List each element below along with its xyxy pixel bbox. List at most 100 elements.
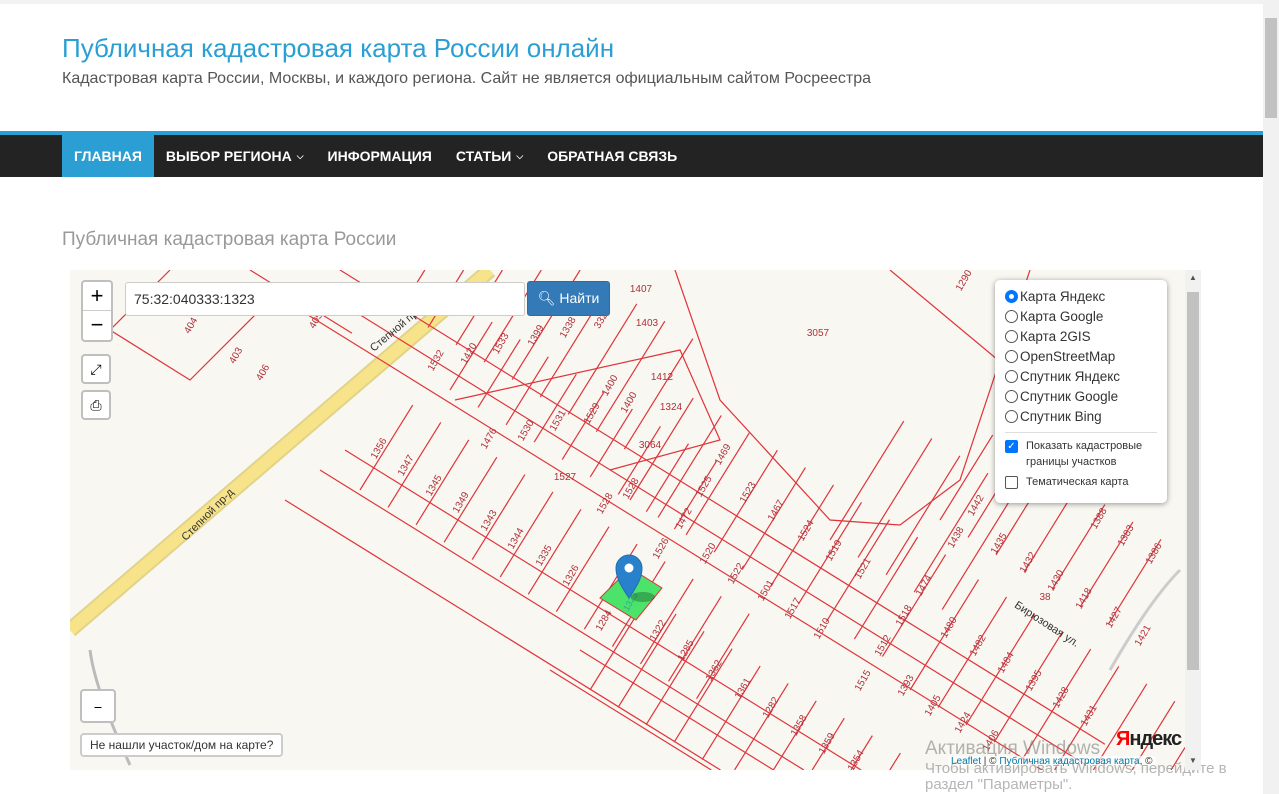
checkbox-icon bbox=[1005, 476, 1018, 489]
nav-label: ОБРАТНАЯ СВЯЗЬ bbox=[547, 148, 678, 164]
map-scroll-thumb[interactable] bbox=[1187, 292, 1199, 670]
nav-feedback[interactable]: ОБРАТНАЯ СВЯЗЬ bbox=[535, 135, 689, 177]
radio-icon bbox=[1005, 369, 1018, 383]
parcel-number: 1530 bbox=[516, 418, 537, 443]
not-found-button[interactable]: Не нашли участок/дом на карте? bbox=[80, 733, 284, 757]
layer-option[interactable]: OpenStreetMap bbox=[1005, 346, 1157, 366]
layer-label: Спутник Google bbox=[1020, 388, 1119, 404]
parcel-number: 1526 bbox=[651, 536, 672, 561]
marker-shadow bbox=[631, 592, 655, 602]
nav-home[interactable]: ГЛАВНАЯ bbox=[62, 135, 154, 177]
layer-option[interactable]: Карта Яндекс bbox=[1005, 286, 1157, 306]
parcel-number: 1400 bbox=[600, 373, 621, 398]
nav-region[interactable]: ВЫБОР РЕГИОНА ⌵ bbox=[154, 135, 316, 177]
parcel-number: 1356 bbox=[369, 436, 390, 461]
chevron-down-icon: ⌵ bbox=[296, 151, 304, 161]
zoom-out-button[interactable]: − bbox=[83, 311, 111, 340]
parcel-boundary bbox=[885, 455, 961, 576]
parcel-boundary bbox=[889, 752, 901, 770]
parcel-number: 1515 bbox=[853, 668, 874, 693]
parcel-number: 1438 bbox=[946, 525, 967, 550]
street-label: Бирюзовая ул. bbox=[1012, 599, 1081, 650]
parcel-number: 1399 bbox=[526, 323, 547, 348]
checkbox-label: Тематическая карта bbox=[1026, 476, 1129, 488]
parcel-number: 1520 bbox=[698, 541, 719, 566]
parcel-number: 1400 bbox=[619, 390, 640, 415]
radio-icon bbox=[1005, 329, 1018, 343]
page-scrollbar[interactable] bbox=[1263, 0, 1279, 794]
site-subtitle: Кадастровая карта России, Москвы, и кажд… bbox=[62, 70, 872, 87]
parcel-number: 1393 bbox=[896, 673, 917, 698]
radio-icon bbox=[1005, 389, 1018, 403]
parcel-boundary bbox=[589, 408, 633, 478]
show-borders-checkbox[interactable]: ✓ Показать кадастровые границы участков bbox=[1005, 438, 1157, 470]
divider bbox=[1005, 432, 1157, 433]
layer-option[interactable]: Карта Google bbox=[1005, 306, 1157, 326]
parcel-number: 1510 bbox=[812, 616, 833, 641]
layer-label: Спутник Bing bbox=[1020, 408, 1102, 424]
parcel-number: 1435 bbox=[989, 531, 1010, 556]
page-heading: Публичная кадастровая карта России bbox=[62, 229, 397, 250]
parcel-number: 1527 bbox=[554, 472, 577, 483]
search-icon: 🔍︎ bbox=[537, 290, 556, 306]
scroll-up-icon: ▲ bbox=[1189, 273, 1197, 282]
main-nav: ГЛАВНАЯ ВЫБОР РЕГИОНА ⌵ ИНФОРМАЦИЯ СТАТЬИ… bbox=[0, 131, 1263, 177]
parcel-number: 1395 bbox=[1024, 668, 1045, 693]
parcel-number: 1354 bbox=[846, 748, 867, 770]
nav-articles[interactable]: СТАТЬИ ⌵ bbox=[444, 135, 535, 177]
parcel-number: 1529 bbox=[582, 401, 603, 426]
layer-option[interactable]: Карта 2GIS bbox=[1005, 326, 1157, 346]
parcel-number: 1532 bbox=[426, 348, 447, 373]
parcel-number: 403 bbox=[227, 345, 245, 365]
cadastral-search-input[interactable]: 75:32:040333:1323 bbox=[125, 282, 525, 316]
search-button-label: Найти bbox=[559, 290, 600, 306]
parcel-number: 1523 bbox=[738, 480, 759, 505]
nav-info[interactable]: ИНФОРМАЦИЯ bbox=[316, 135, 444, 177]
layer-option[interactable]: Спутник Яндекс bbox=[1005, 366, 1157, 386]
parcel-number: 1442 bbox=[966, 493, 987, 518]
layer-label: Карта 2GIS bbox=[1020, 328, 1091, 344]
parcel-number: 1531 bbox=[548, 408, 569, 433]
layers-panel: Карта Яндекс Карта Google Карта 2GIS OpenSt… bbox=[995, 280, 1167, 503]
print-button[interactable]: ⎙ bbox=[81, 390, 111, 420]
street-label: Степной пр-д bbox=[179, 486, 236, 543]
site-title[interactable]: Публичная кадастровая карта России онлай… bbox=[62, 33, 614, 64]
parcel-boundary bbox=[505, 356, 549, 426]
checkbox-label: Показать кадастровые границы участков bbox=[1026, 440, 1143, 468]
top-strip bbox=[0, 0, 1263, 4]
parcel-boundary bbox=[561, 391, 605, 460]
zoom-control: + − bbox=[81, 280, 113, 342]
parcel-number: 1424 bbox=[953, 710, 974, 735]
ruler-button[interactable]: ⎯ bbox=[80, 689, 116, 723]
parcel-number: 1405 bbox=[923, 693, 944, 718]
layer-label: Карта Яндекс bbox=[1020, 288, 1106, 304]
thematic-map-checkbox[interactable]: Тематическая карта bbox=[1005, 474, 1157, 490]
parcel-number: 1412 bbox=[651, 372, 674, 383]
parcel-number: 1345 bbox=[424, 473, 445, 498]
zoom-in-button[interactable]: + bbox=[83, 282, 111, 311]
parcel-number: 1361 bbox=[733, 676, 754, 701]
radio-icon bbox=[1005, 289, 1018, 303]
fullscreen-button[interactable]: ⤢ bbox=[81, 354, 111, 384]
checkbox-checked-icon: ✓ bbox=[1005, 440, 1018, 453]
print-icon: ⎙ bbox=[90, 397, 102, 413]
layer-label: OpenStreetMap bbox=[1020, 348, 1116, 364]
search-button[interactable]: 🔍︎ Найти bbox=[527, 281, 610, 316]
parcel-number: 1519 bbox=[824, 538, 845, 563]
parcel-number: 1420 bbox=[459, 341, 480, 366]
layer-label: Карта Google bbox=[1020, 308, 1104, 324]
parcel-number: 1403 bbox=[636, 318, 659, 329]
page-scroll-thumb[interactable] bbox=[1265, 18, 1277, 118]
layer-option[interactable]: Спутник Bing bbox=[1005, 406, 1157, 426]
parcel-boundary bbox=[853, 536, 919, 640]
nav-label: ГЛАВНАЯ bbox=[74, 148, 142, 164]
nav-label: ИНФОРМАЦИЯ bbox=[327, 148, 432, 164]
layer-option[interactable]: Спутник Google bbox=[1005, 386, 1157, 406]
marker-dot bbox=[624, 563, 634, 573]
map-scrollbar[interactable]: ▲ ▼ bbox=[1185, 270, 1201, 770]
track bbox=[1108, 568, 1182, 671]
parcel-boundary bbox=[657, 415, 722, 518]
nav-label: СТАТЬИ bbox=[455, 148, 512, 164]
expand-icon: ⤢ bbox=[90, 361, 102, 377]
parcel-number: 1533 bbox=[491, 331, 512, 356]
